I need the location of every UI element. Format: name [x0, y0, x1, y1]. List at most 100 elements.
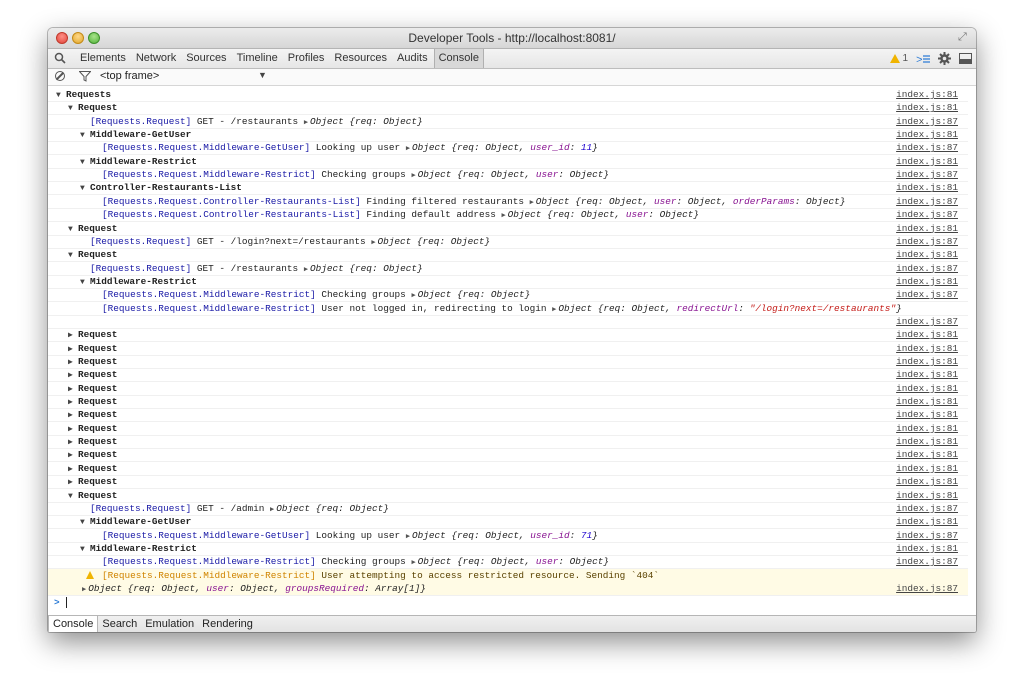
console-message-row[interactable]: [Requests.Request] GET - /login?next=/re… — [48, 235, 968, 249]
disclosure-open-icon[interactable]: ▼ — [80, 156, 90, 169]
object-preview[interactable]: Object {req: Object} — [310, 116, 423, 127]
disclosure-closed-icon[interactable]: ▶ — [68, 356, 78, 369]
console-group-row[interactable]: ▶ Request index.js:81 — [48, 408, 968, 423]
source-link[interactable]: index.js:81 — [896, 342, 958, 355]
tab-console[interactable]: Console — [433, 49, 484, 68]
disclosure-closed-icon[interactable]: ▶ — [68, 463, 78, 476]
console-group-row[interactable]: ▶ Request index.js:81 — [48, 355, 968, 369]
disclosure-open-icon[interactable]: ▼ — [80, 182, 90, 195]
object-preview[interactable]: Object {req: Object, user: Object} — [508, 209, 699, 220]
source-link[interactable]: index.js:81 — [896, 462, 958, 475]
source-link[interactable]: index.js:87 — [896, 555, 958, 568]
source-link[interactable]: index.js:81 — [896, 448, 958, 461]
source-link[interactable]: index.js:81 — [896, 542, 958, 555]
dock-icon[interactable] — [959, 52, 972, 65]
source-link[interactable]: index.js:81 — [896, 248, 958, 261]
source-link[interactable]: index.js:87 — [896, 168, 958, 181]
console-group-row[interactable]: ▼ Middleware-Restrict index.js:81 — [48, 542, 968, 556]
fullscreen-icon[interactable]: ⤢ — [958, 31, 970, 43]
source-link[interactable]: index.js:81 — [896, 88, 958, 101]
console-group-row[interactable]: ▼ Request index.js:81 — [48, 248, 968, 263]
tab-sources[interactable]: Sources — [182, 49, 230, 68]
source-link[interactable]: index.js:81 — [896, 489, 958, 502]
drawer-tab-emulation[interactable]: Emulation — [141, 616, 198, 632]
disclosure-closed-icon[interactable]: ▶ — [68, 383, 78, 396]
source-link[interactable]: index.js:87 — [896, 195, 958, 208]
source-link[interactable]: index.js:81 — [896, 368, 958, 381]
console-group-row[interactable]: ▼ Request index.js:81 — [48, 222, 968, 236]
object-preview[interactable]: Object {req: Object, user_id: 11} — [412, 142, 598, 153]
console-group-row[interactable]: ▶ Request index.js:81 — [48, 448, 968, 463]
console-group-row[interactable]: ▶ Request index.js:81 — [48, 475, 968, 490]
console-message-row[interactable]: [Requests.Request.Middleware-Restrict] U… — [48, 302, 968, 316]
tab-timeline[interactable]: Timeline — [233, 49, 282, 68]
console-warning-row[interactable]: ▶ Object {req: Object, user: Object, grou… — [48, 568, 968, 597]
source-link[interactable]: index.js:81 — [896, 408, 958, 421]
object-preview[interactable]: Object {req: Object} — [418, 289, 531, 300]
drawer-tab-console[interactable]: Console — [48, 616, 99, 632]
tab-audits[interactable]: Audits — [393, 49, 432, 68]
console-group-row[interactable]: ▶ Request index.js:81 — [48, 435, 968, 450]
tab-profiles[interactable]: Profiles — [284, 49, 329, 68]
console-group-row[interactable]: ▼ Middleware-Restrict index.js:81 — [48, 275, 968, 289]
console-group-row[interactable]: ▶ Request index.js:81 — [48, 395, 968, 410]
search-icon[interactable] — [54, 52, 66, 64]
tab-elements[interactable]: Elements — [76, 49, 130, 68]
console-group-row[interactable]: ▶ Request index.js:81 — [48, 342, 968, 356]
console-group-row[interactable]: ▼ Requests index.js:81 — [48, 88, 968, 102]
object-preview[interactable]: Object {req: Object, user_id: 71} — [412, 530, 598, 541]
disclosure-open-icon[interactable]: ▼ — [80, 276, 90, 289]
disclosure-open-icon[interactable]: ▼ — [56, 89, 66, 102]
drawer-tab-search[interactable]: Search — [98, 616, 141, 632]
source-link[interactable]: index.js:81 — [896, 382, 958, 395]
console-log[interactable]: ▼ Requests index.js:81 ▼ Request index.js:81[… — [48, 86, 976, 614]
object-preview[interactable]: Object {req: Object, user: Object, group… — [88, 583, 426, 594]
source-link[interactable]: index.js:87 — [896, 262, 958, 275]
tab-resources[interactable]: Resources — [330, 49, 391, 68]
source-link[interactable]: index.js:87 — [896, 115, 958, 128]
object-preview[interactable]: Object {req: Object, redirectUrl: "/logi… — [558, 303, 901, 314]
disclosure-closed-icon[interactable]: ▶ — [68, 409, 78, 422]
filter-icon[interactable] — [79, 71, 91, 82]
tab-network[interactable]: Network — [132, 49, 180, 68]
console-message-row[interactable]: [Requests.Request.Middleware-GetUser] Lo… — [48, 141, 968, 156]
console-message-row[interactable]: [Requests.Request.Controller-Restaurants… — [48, 195, 968, 209]
console-group-row[interactable]: ▼ Request index.js:81 — [48, 101, 968, 116]
disclosure-open-icon[interactable]: ▼ — [80, 516, 90, 529]
source-link[interactable]: index.js:81 — [896, 422, 958, 435]
object-preview[interactable]: Object {req: Object, user: Object} — [418, 169, 609, 180]
source-link[interactable]: index.js:81 — [896, 128, 958, 141]
disclosure-open-icon[interactable]: ▼ — [68, 223, 78, 236]
disclosure-closed-icon[interactable]: ▶ — [68, 396, 78, 409]
disclosure-open-icon[interactable]: ▼ — [68, 102, 78, 115]
console-message-row[interactable]: [Requests.Request.Middleware-Restrict] C… — [48, 555, 968, 570]
disclosure-closed-icon[interactable]: ▶ — [68, 343, 78, 356]
disclosure-closed-icon[interactable]: ▶ — [68, 423, 78, 436]
disclosure-closed-icon[interactable]: ▶ — [68, 476, 78, 489]
object-preview[interactable]: Object {req: Object, user: Object, order… — [536, 196, 846, 207]
disclosure-closed-icon[interactable]: ▶ — [68, 449, 78, 462]
disclosure-open-icon[interactable]: ▼ — [68, 490, 78, 503]
object-preview[interactable]: Object {req: Object} — [310, 263, 423, 274]
drawer-tab-rendering[interactable]: Rendering — [198, 616, 257, 632]
source-link[interactable]: index.js:81 — [896, 101, 958, 114]
console-group-row[interactable]: ▼ Controller-Restaurants-List index.js:81 — [48, 181, 968, 196]
console-group-row[interactable]: ▼ Request index.js:81 — [48, 489, 968, 503]
console-group-row[interactable]: ▶ Request index.js:81 — [48, 382, 968, 396]
console-group-row[interactable]: ▼ Middleware-Restrict index.js:81 — [48, 155, 968, 169]
console-group-row[interactable]: ▶ Request index.js:81 — [48, 462, 968, 476]
source-link[interactable]: index.js:81 — [896, 222, 958, 235]
disclosure-open-icon[interactable]: ▼ — [80, 129, 90, 142]
source-link[interactable]: index.js:81 — [896, 395, 958, 408]
source-link[interactable]: index.js:87 — [896, 288, 958, 301]
source-link[interactable]: index.js:87 — [896, 582, 958, 595]
source-link[interactable]: index.js:87 — [896, 529, 958, 542]
source-link[interactable]: index.js:81 — [896, 181, 958, 194]
source-link[interactable]: index.js:87 — [896, 235, 958, 248]
object-preview[interactable]: Object {req: Object, user: Object} — [418, 556, 609, 567]
console-group-row[interactable]: ▼ Middleware-GetUser index.js:81 — [48, 128, 968, 143]
warning-counter[interactable]: 1 — [890, 53, 908, 64]
disclosure-open-icon[interactable]: ▼ — [68, 249, 78, 262]
expand-triangle-icon[interactable]: ▶ — [82, 584, 86, 597]
console-message-row[interactable]: [Requests.Request.Controller-Restaurants… — [48, 208, 968, 223]
